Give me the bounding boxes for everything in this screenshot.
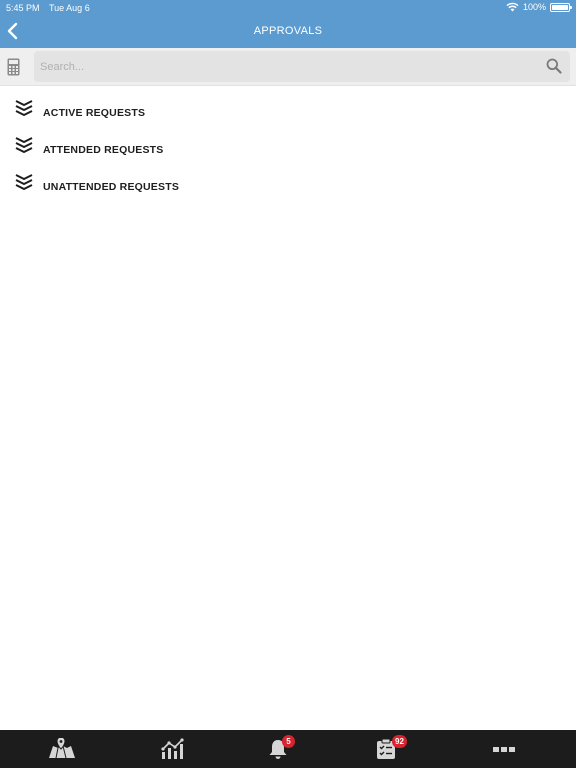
search-icon[interactable] (546, 58, 562, 74)
more-icon (493, 747, 515, 752)
status-indicators: 100% (506, 2, 572, 12)
notification-badge: 5 (282, 735, 295, 748)
list-item-unattended-requests[interactable]: UNATTENDED REQUESTS (0, 168, 576, 205)
list-item-attended-requests[interactable]: ATTENDED REQUESTS (0, 131, 576, 168)
tab-bar: 5 92 (0, 730, 576, 768)
request-list: ACTIVE REQUESTS ATTENDED REQUESTS UNATTE… (0, 94, 576, 205)
layers-icon (15, 100, 33, 116)
wifi-icon (506, 2, 519, 12)
battery-icon (550, 2, 572, 12)
search-input[interactable] (34, 51, 534, 82)
list-item-label: ACTIVE REQUESTS (43, 107, 146, 119)
list-item-active-requests[interactable]: ACTIVE REQUESTS (0, 94, 576, 131)
app-header: 5:45 PM Tue Aug 6 100% APPROVALS (0, 0, 576, 48)
search-row (0, 48, 576, 86)
calculator-icon[interactable] (7, 58, 20, 76)
tab-more[interactable] (474, 730, 534, 768)
status-time: 5:45 PM (6, 3, 40, 13)
status-bar: 5:45 PM Tue Aug 6 100% (0, 0, 576, 16)
chart-icon (161, 738, 184, 759)
tab-analytics[interactable] (142, 730, 202, 768)
status-date: Tue Aug 6 (49, 3, 90, 13)
tab-notifications[interactable]: 5 (248, 730, 308, 768)
search-box (34, 51, 570, 82)
page-title: APPROVALS (253, 25, 323, 37)
tasks-badge: 92 (392, 735, 407, 748)
map-icon (49, 738, 75, 759)
layers-icon (15, 174, 33, 190)
list-item-label: UNATTENDED REQUESTS (43, 181, 180, 193)
layers-icon (15, 137, 33, 153)
list-item-label: ATTENDED REQUESTS (43, 144, 164, 156)
tab-tasks[interactable]: 92 (356, 730, 416, 768)
tab-map[interactable] (32, 730, 92, 768)
battery-percent: 100% (522, 2, 546, 12)
